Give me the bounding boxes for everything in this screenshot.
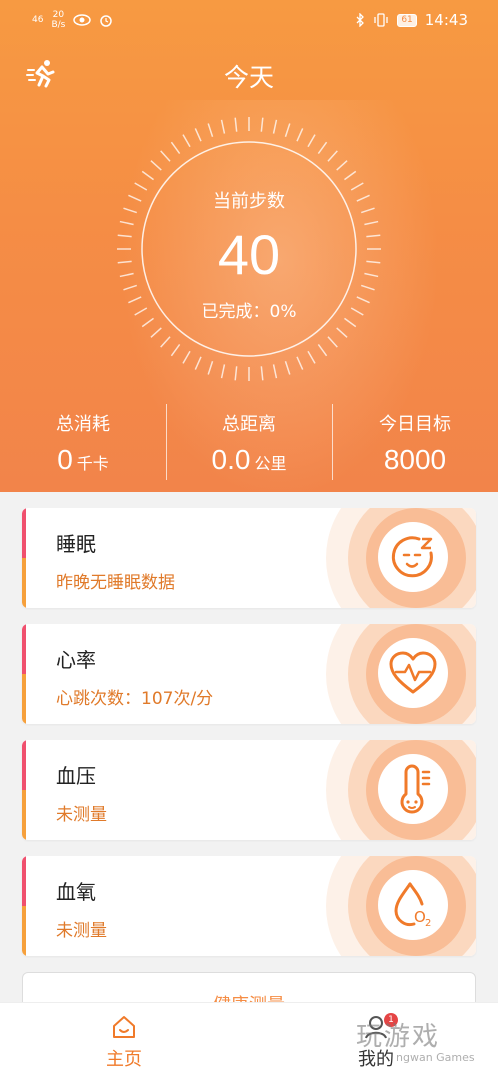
card-icon-wrap — [378, 638, 448, 708]
bluetooth-icon — [356, 13, 365, 27]
card-accent-bar — [22, 856, 26, 956]
stat-unit: 公里 — [254, 456, 287, 473]
watermark: 玩游戏 ngwan Games — [356, 1016, 475, 1064]
steps-value: 40 — [217, 223, 281, 286]
status-bar: 46 20 B/s 61 14:43 — [0, 0, 498, 40]
card-title: 血压 — [56, 764, 96, 788]
page-title: 今天 — [223, 63, 274, 92]
thermometer-icon — [400, 764, 431, 814]
card-blood-pressure[interactable]: 血压 未测量 — [22, 740, 476, 840]
stat-value: 0 — [57, 444, 73, 475]
tab-home-label: 主页 — [106, 1049, 142, 1070]
signal-indicator: 46 — [32, 15, 44, 25]
clock: 14:43 — [424, 11, 468, 29]
home-icon — [113, 1016, 135, 1038]
stat-calories: 总消耗 0 千卡 — [0, 404, 166, 480]
tab-home[interactable]: 主页 — [64, 1013, 184, 1071]
watermark-subtext: ngwan Games — [396, 1051, 475, 1064]
card-icon-wrap: O 2 — [378, 870, 448, 940]
card-title: 心率 — [56, 648, 96, 672]
network-speed: 20 B/s — [51, 10, 66, 30]
card-accent-bar — [22, 624, 26, 724]
card-blood-oxygen[interactable]: O 2 血氧 未测量 — [22, 856, 476, 956]
card-title: 睡眠 — [56, 532, 96, 556]
stat-unit: 千卡 — [76, 456, 109, 473]
stat-label: 今日目标 — [379, 414, 451, 435]
card-accent-bar — [22, 508, 26, 608]
stat-value: 0.0 — [211, 444, 251, 475]
stat-label: 总消耗 — [56, 414, 110, 435]
card-accent-bar — [22, 740, 26, 840]
battery-indicator: 61 — [397, 13, 417, 27]
card-icon-wrap — [378, 754, 448, 824]
card-sleep[interactable]: 睡眠 昨晚无睡眠数据 — [22, 508, 476, 608]
heart-rate-icon — [389, 651, 437, 694]
steps-label: 当前步数 — [213, 191, 285, 212]
vibrate-icon — [374, 13, 388, 27]
stats-row: 总消耗 0 千卡 总距离 0.0 公里 今日目标 8000 — [0, 404, 498, 480]
card-subtitle: 未测量 — [56, 921, 107, 941]
hero-header: 46 20 B/s 61 14:43 今天 当前步数 40 已完成：0% 总消耗… — [0, 0, 498, 492]
card-heart-rate[interactable]: 心率 心跳次数：107次/分 — [22, 624, 476, 724]
progress-text: 已完成：0% — [201, 302, 297, 322]
card-icon-wrap — [378, 522, 448, 592]
stat-value: 8000 — [383, 444, 447, 475]
stat-label: 总距离 — [222, 414, 276, 435]
health-cards: 睡眠 昨晚无睡眠数据 心率 心跳次数：107次/分 血压 未测量 O 2 血氧 … — [22, 508, 476, 972]
card-subtitle: 昨晚无睡眠数据 — [56, 573, 175, 593]
eye-icon — [73, 14, 92, 26]
sleep-face-icon — [391, 536, 433, 578]
stat-goal[interactable]: 今日目标 8000 — [332, 404, 498, 480]
alarm-icon — [100, 15, 113, 27]
card-title: 血氧 — [56, 880, 96, 904]
svg-text:2: 2 — [425, 918, 431, 929]
stat-distance: 总距离 0.0 公里 — [166, 404, 332, 480]
step-counter: 当前步数 40 已完成：0% — [109, 109, 389, 389]
oxygen-drop-icon: O 2 — [394, 882, 431, 929]
card-subtitle: 心跳次数：107次/分 — [56, 689, 214, 709]
watermark-text: 玩游戏 — [356, 1022, 441, 1052]
card-subtitle: 未测量 — [56, 805, 107, 825]
